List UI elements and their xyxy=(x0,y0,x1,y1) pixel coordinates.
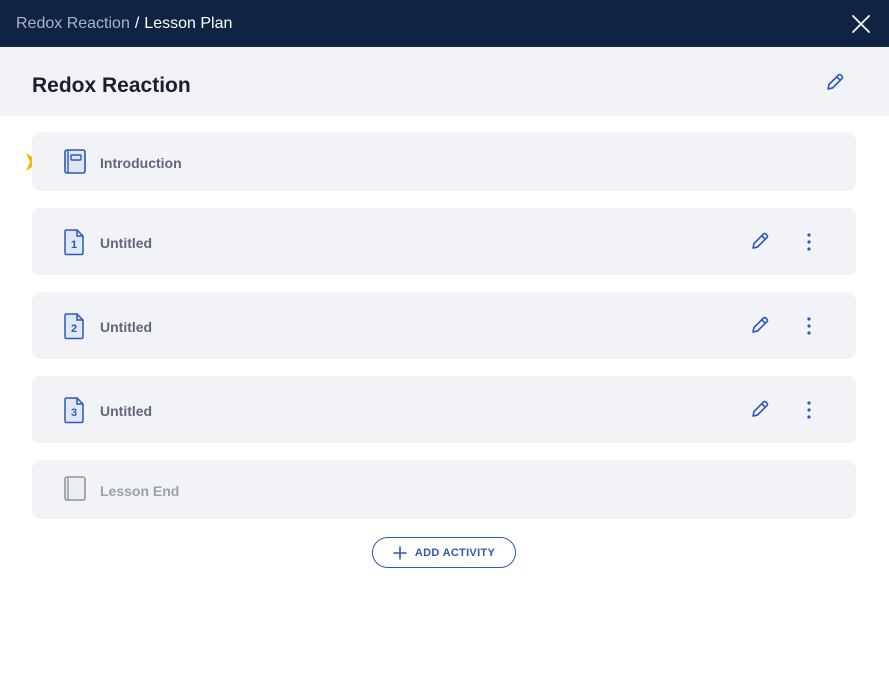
activity-card-untitled-1[interactable]: 1 Untitled xyxy=(32,208,856,275)
more-vertical-icon xyxy=(807,317,811,335)
lesson-header: Redox Reaction xyxy=(0,47,889,116)
pencil-icon xyxy=(752,316,769,333)
edit-activity-button[interactable] xyxy=(749,398,771,420)
numbered-document-icon: 1 xyxy=(64,229,84,256)
add-activity-label: ADD ACTIVITY xyxy=(414,546,496,559)
more-vertical-icon xyxy=(807,401,811,419)
book-icon xyxy=(64,149,86,174)
document-number: 1 xyxy=(71,239,77,251)
plus-icon xyxy=(393,545,407,560)
activity-label: Untitled xyxy=(100,403,153,419)
breadcrumb-parent[interactable]: Redox Reaction xyxy=(16,15,130,33)
activity-label: Untitled xyxy=(100,319,153,335)
activity-card-untitled-2[interactable]: 2 Untitled xyxy=(32,292,856,359)
close-button[interactable] xyxy=(851,14,871,34)
edit-lesson-button[interactable] xyxy=(824,71,846,93)
pencil-icon xyxy=(827,73,844,90)
edit-activity-button[interactable] xyxy=(749,314,771,336)
close-icon xyxy=(852,15,870,33)
breadcrumb-separator: / xyxy=(134,14,140,32)
numbered-document-icon: 3 xyxy=(64,397,84,424)
activity-card-untitled-3[interactable]: 3 Untitled xyxy=(32,376,856,443)
activity-label: Lesson End xyxy=(100,483,180,499)
activity-label: Untitled xyxy=(100,235,153,251)
pencil-icon xyxy=(752,232,769,249)
title-bar: Redox Reaction / Lesson Plan xyxy=(0,0,889,47)
more-options-button[interactable] xyxy=(799,231,819,253)
document-number: 2 xyxy=(71,323,77,335)
page-title: Redox Reaction xyxy=(32,74,191,97)
breadcrumb-current: Lesson Plan xyxy=(144,14,233,32)
activity-card-introduction[interactable]: Introduction xyxy=(32,132,856,191)
more-vertical-icon xyxy=(807,233,811,251)
activity-label: Introduction xyxy=(100,155,182,171)
more-options-button[interactable] xyxy=(799,399,819,421)
numbered-document-icon: 2 xyxy=(64,313,84,340)
pencil-icon xyxy=(752,400,769,417)
book-end-icon xyxy=(64,476,86,501)
document-number: 3 xyxy=(71,407,77,419)
more-options-button[interactable] xyxy=(799,315,819,337)
edit-activity-button[interactable] xyxy=(749,230,771,252)
activity-card-lesson-end: Lesson End xyxy=(32,460,856,519)
add-activity-button[interactable]: ADD ACTIVITY xyxy=(372,537,516,568)
